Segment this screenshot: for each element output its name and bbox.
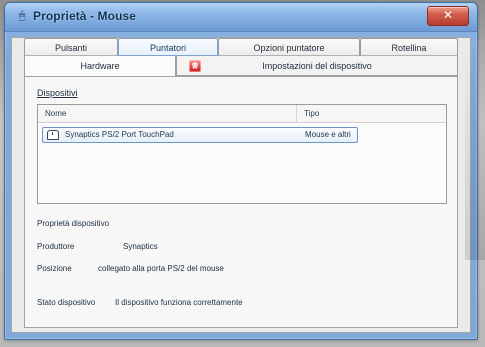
hardware-panel: Dispositivi Nome Tipo Synaptics PS/2 Por… xyxy=(24,76,458,328)
location-label: Posizione xyxy=(37,264,72,273)
tab-hardware[interactable]: Hardware xyxy=(24,56,176,76)
shield-icon xyxy=(189,60,201,72)
status-value: Il dispositivo funziona correttamente xyxy=(115,298,243,307)
window-title: Proprietà - Mouse xyxy=(33,9,137,23)
column-divider xyxy=(296,105,297,123)
device-properties: Proprietà dispositivo Produttore Synapti… xyxy=(37,218,447,320)
location-value: collegato alla porta PS/2 del mouse xyxy=(98,264,224,273)
tab-impostazioni-label: Impostazioni del dispositivo xyxy=(262,61,372,71)
touchpad-icon xyxy=(47,130,59,140)
tab-strip-top: Pulsanti Puntatori Opzioni puntatore Rot… xyxy=(24,38,458,57)
mouse-properties-icon: 🖱 xyxy=(18,9,26,22)
mouse-properties-window: 🖱 Proprietà - Mouse ✕ Pulsanti Puntatori… xyxy=(4,2,478,340)
column-type-header: Tipo xyxy=(304,109,320,118)
tab-puntatori[interactable]: Puntatori xyxy=(118,38,218,56)
dialog-content: Pulsanti Puntatori Opzioni puntatore Rot… xyxy=(11,37,471,333)
device-row[interactable]: Synaptics PS/2 Port TouchPad Mouse e alt… xyxy=(42,127,358,143)
close-icon: ✕ xyxy=(442,8,454,22)
screen-background: 🖱 Proprietà - Mouse ✕ Pulsanti Puntatori… xyxy=(0,0,485,347)
close-button[interactable]: ✕ xyxy=(427,6,469,26)
column-name-header: Nome xyxy=(45,109,67,118)
manufacturer-value: Synaptics xyxy=(123,242,158,251)
device-list: Nome Tipo Synaptics PS/2 Port TouchPad M… xyxy=(37,104,447,204)
device-type: Mouse e altri xyxy=(305,130,351,139)
titlebar: 🖱 Proprietà - Mouse ✕ xyxy=(5,3,477,32)
status-label: Stato dispositivo xyxy=(37,298,96,307)
tab-impostazioni-dispositivo[interactable]: Impostazioni del dispositivo xyxy=(176,56,458,76)
devices-label: Dispositivi xyxy=(37,88,78,98)
manufacturer-label: Produttore xyxy=(37,242,75,251)
tab-rotellina[interactable]: Rotellina xyxy=(360,38,458,56)
tab-pulsanti[interactable]: Pulsanti xyxy=(24,38,118,56)
tab-strip-bottom: Hardware Impostazioni del dispositivo xyxy=(24,56,458,76)
properties-title: Proprietà dispositivo xyxy=(37,219,110,228)
tab-opzioni-puntatore[interactable]: Opzioni puntatore xyxy=(218,38,360,56)
list-header: Nome Tipo xyxy=(38,105,446,123)
device-name: Synaptics PS/2 Port TouchPad xyxy=(65,130,174,139)
